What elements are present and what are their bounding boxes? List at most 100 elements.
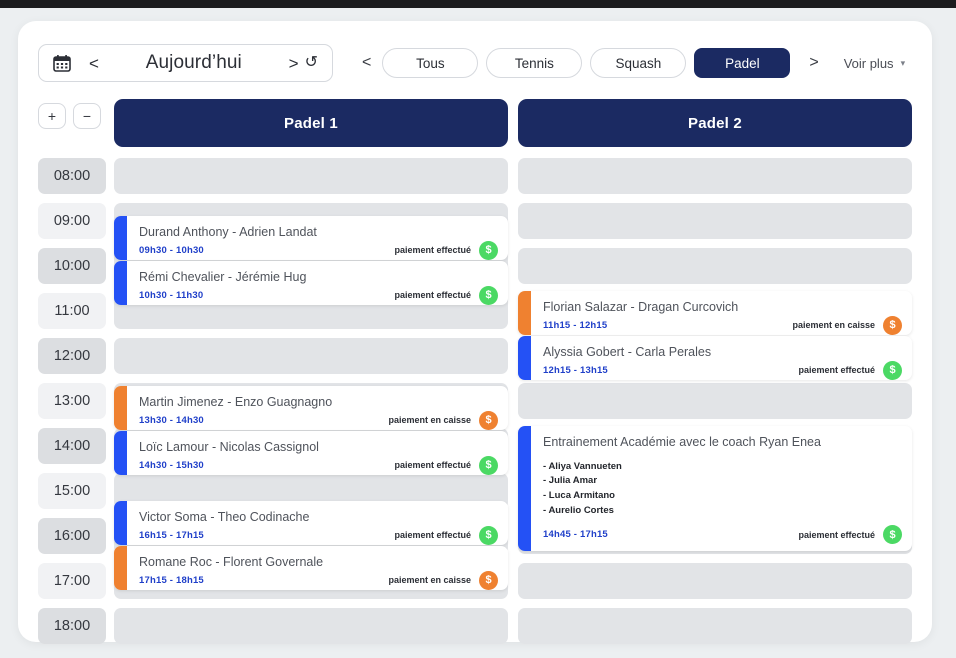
calendar-grid: + − Padel 1 Padel 2 08:00 09:00 10:00 11:00… bbox=[18, 99, 932, 644]
empty-slot[interactable] bbox=[114, 608, 508, 644]
sport-filter-bar: < Tous Tennis Squash Padel > Voir plus ▾ bbox=[351, 44, 905, 82]
payment-status-label: paiement effectué bbox=[798, 365, 875, 376]
booking-title: Durand Anthony - Adrien Landat bbox=[139, 225, 317, 239]
empty-slot[interactable] bbox=[114, 158, 508, 194]
refresh-icon[interactable]: ↺ bbox=[305, 55, 318, 71]
booking-title: Victor Soma - Theo Codinache bbox=[139, 510, 310, 524]
payment-badge-icon: $ bbox=[883, 360, 902, 380]
participant-name: - Aurelio Cortes bbox=[543, 504, 614, 516]
booking-card[interactable]: Victor Soma - Theo Codinache 16h15 - 17h1… bbox=[114, 501, 508, 545]
payment-badge-icon: $ bbox=[479, 410, 498, 430]
payment-status-label: paiement en caisse bbox=[388, 415, 471, 426]
booking-card[interactable]: Florian Salazar - Dragan Curcovich 11h15 … bbox=[518, 291, 912, 335]
payment-status-label: paiement effectué bbox=[798, 529, 875, 540]
booking-card[interactable]: Romane Roc - Florent Governale 17h15 - 18… bbox=[114, 546, 508, 590]
voir-plus-dropdown[interactable]: Voir plus ▾ bbox=[844, 56, 905, 71]
previous-day-button[interactable]: < bbox=[83, 55, 105, 72]
empty-slot[interactable] bbox=[518, 158, 912, 194]
current-date-label: Aujourd’hui bbox=[145, 52, 242, 73]
sport-filter-squash[interactable]: Squash bbox=[590, 48, 687, 78]
payment-badge-icon: $ bbox=[479, 525, 498, 545]
time-slot-label: 09:00 bbox=[38, 203, 106, 239]
booking-time-range: 09h30 - 10h30 bbox=[139, 244, 204, 256]
time-slot-label: 16:00 bbox=[38, 518, 106, 554]
booking-card[interactable]: Alyssia Gobert - Carla Perales 12h15 - 13… bbox=[518, 336, 912, 380]
sport-scroll-left-button[interactable]: < bbox=[351, 55, 382, 71]
calendar-icon[interactable] bbox=[53, 54, 71, 72]
booking-title: Florian Salazar - Dragan Curcovich bbox=[543, 300, 739, 314]
booking-status-stripe bbox=[114, 501, 127, 545]
payment-status-label: paiement effectué bbox=[394, 530, 471, 541]
payment-status-label: paiement en caisse bbox=[792, 320, 875, 331]
empty-slot[interactable] bbox=[518, 608, 912, 644]
booking-time-range: 11h15 - 12h15 bbox=[543, 319, 608, 331]
zoom-in-button[interactable]: + bbox=[38, 103, 66, 129]
booking-status-stripe bbox=[114, 261, 127, 305]
sport-filter-padel[interactable]: Padel bbox=[694, 48, 791, 78]
participant-name: - Julia Amar bbox=[543, 475, 598, 487]
booking-status-stripe bbox=[518, 336, 531, 380]
sport-filter-tous[interactable]: Tous bbox=[382, 48, 479, 78]
payment-badge-icon: $ bbox=[479, 240, 498, 260]
empty-slot[interactable] bbox=[114, 338, 508, 374]
payment-badge-icon: $ bbox=[479, 570, 498, 590]
column-header-padel-1[interactable]: Padel 1 bbox=[114, 99, 508, 147]
time-slot-label: 18:00 bbox=[38, 608, 106, 644]
sport-scroll-right-button[interactable]: > bbox=[798, 55, 829, 71]
booking-title: Entrainement Académie avec le coach Ryan… bbox=[543, 435, 821, 449]
booking-card[interactable]: Rémi Chevalier - Jérémie Hug 10h30 - 11h3… bbox=[114, 261, 508, 305]
empty-slot[interactable] bbox=[518, 203, 912, 239]
payment-badge-icon: $ bbox=[479, 455, 498, 475]
empty-slot[interactable] bbox=[518, 563, 912, 599]
date-navigator: < Aujourd’hui > ↺ bbox=[38, 44, 333, 82]
booking-card[interactable]: Entrainement Académie avec le coach Ryan… bbox=[518, 426, 912, 551]
booking-time-range: 14h30 - 15h30 bbox=[139, 459, 204, 471]
booking-status-stripe bbox=[114, 216, 127, 260]
time-slot-label: 13:00 bbox=[38, 383, 106, 419]
booking-card[interactable]: Martin Jimenez - Enzo Guagnagno 13h30 - 1… bbox=[114, 386, 508, 430]
payment-badge-icon: $ bbox=[883, 525, 902, 544]
booking-time-range: 14h45 - 17h15 bbox=[543, 529, 608, 540]
booking-title: Martin Jimenez - Enzo Guagnagno bbox=[139, 395, 333, 409]
payment-status-label: paiement effectué bbox=[394, 245, 471, 256]
booking-status-stripe bbox=[518, 426, 531, 551]
booking-time-range: 17h15 - 18h15 bbox=[139, 574, 204, 586]
booking-card[interactable]: Durand Anthony - Adrien Landat 09h30 - 10… bbox=[114, 216, 508, 260]
time-slot-label: 10:00 bbox=[38, 248, 106, 284]
payment-status-label: paiement effectué bbox=[394, 460, 471, 471]
booking-title: Loïc Lamour - Nicolas Cassignol bbox=[139, 440, 319, 454]
empty-slot[interactable] bbox=[518, 248, 912, 284]
time-slot-label: 08:00 bbox=[38, 158, 106, 194]
booking-participants: - Aliya Vannueten - Julia Amar - Luca Armi… bbox=[543, 460, 902, 519]
participant-name: - Luca Armitano bbox=[543, 490, 615, 502]
time-slot-label: 15:00 bbox=[38, 473, 106, 509]
booking-status-stripe bbox=[114, 431, 127, 475]
participant-name: - Aliya Vannueten bbox=[543, 460, 622, 472]
time-slot-label: 12:00 bbox=[38, 338, 106, 374]
payment-badge-icon: $ bbox=[883, 315, 902, 335]
booking-title: Rémi Chevalier - Jérémie Hug bbox=[139, 270, 307, 284]
payment-status-label: paiement en caisse bbox=[388, 575, 471, 586]
column-header-padel-2[interactable]: Padel 2 bbox=[518, 99, 912, 147]
empty-slot[interactable] bbox=[518, 383, 912, 419]
booking-time-range: 10h30 - 11h30 bbox=[139, 289, 204, 301]
time-slot-label: 17:00 bbox=[38, 563, 106, 599]
sport-filter-tennis[interactable]: Tennis bbox=[486, 48, 583, 78]
next-day-button[interactable]: > bbox=[283, 55, 305, 72]
payment-badge-icon: $ bbox=[479, 285, 498, 305]
chevron-down-icon: ▾ bbox=[900, 57, 906, 68]
booking-status-stripe bbox=[114, 386, 127, 430]
booking-status-stripe bbox=[114, 546, 127, 590]
page-background: < Aujourd’hui > ↺ < Tous Tennis Squash P… bbox=[0, 8, 956, 658]
booking-title: Romane Roc - Florent Governale bbox=[139, 555, 324, 569]
booking-time-range: 12h15 - 13h15 bbox=[543, 364, 608, 376]
booking-title: Alyssia Gobert - Carla Perales bbox=[543, 345, 712, 359]
booking-status-stripe bbox=[518, 291, 531, 335]
zoom-out-button[interactable]: − bbox=[73, 103, 101, 129]
booking-card[interactable]: Loïc Lamour - Nicolas Cassignol 14h30 - 1… bbox=[114, 431, 508, 475]
time-slot-label: 11:00 bbox=[38, 293, 106, 329]
booking-time-range: 16h15 - 17h15 bbox=[139, 529, 204, 541]
payment-status-label: paiement effectué bbox=[394, 290, 471, 301]
voir-plus-label: Voir plus bbox=[843, 55, 894, 71]
toolbar: < Aujourd’hui > ↺ < Tous Tennis Squash P… bbox=[18, 21, 932, 99]
